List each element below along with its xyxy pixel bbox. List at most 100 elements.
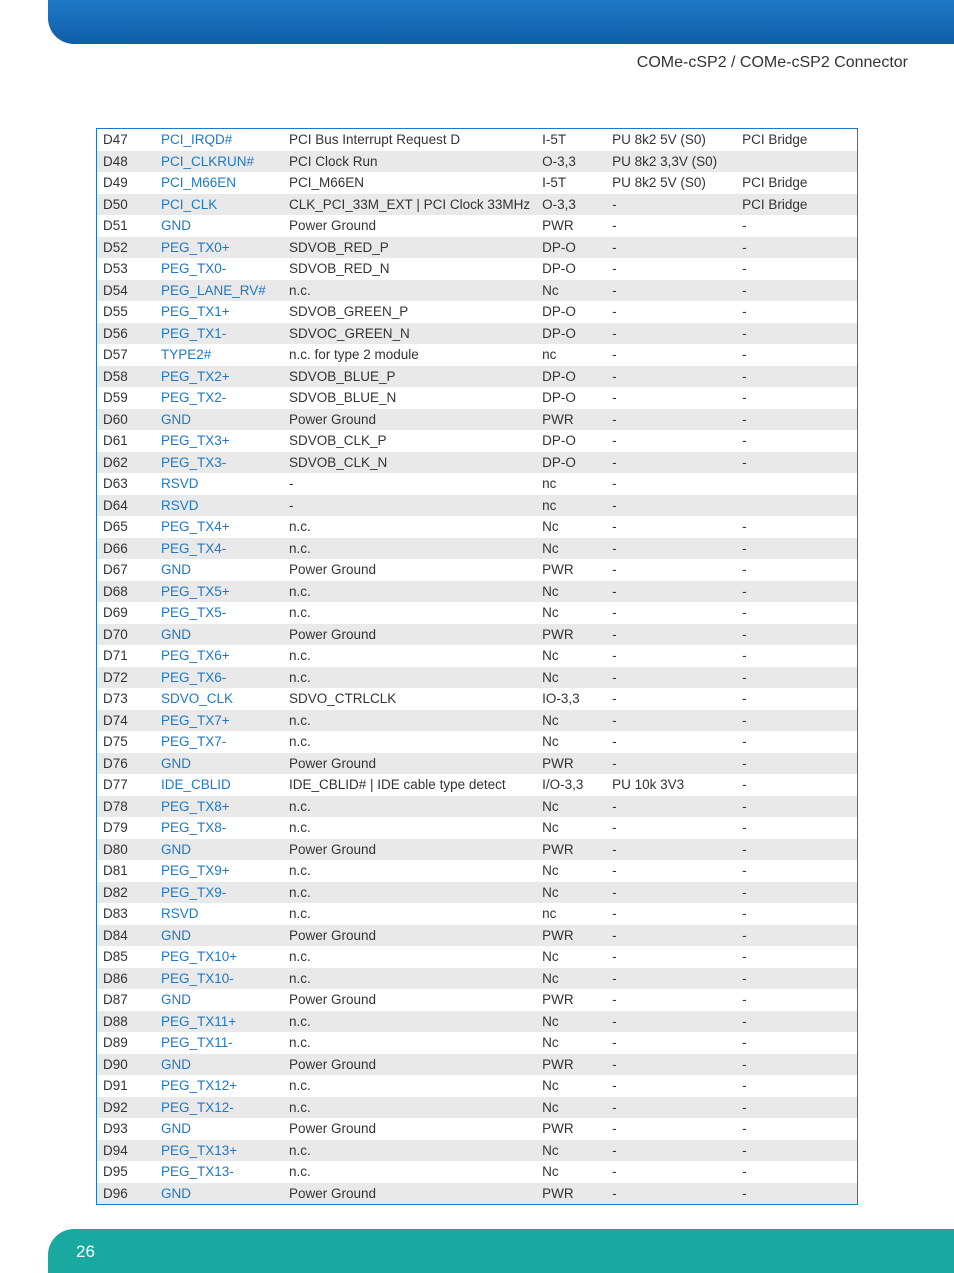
table-row: D74PEG_TX7+n.c.Nc-- bbox=[97, 710, 857, 732]
pin-id: D65 bbox=[97, 516, 155, 538]
type: Nc bbox=[536, 280, 606, 302]
description: IDE_CBLID# | IDE cable type detect bbox=[283, 774, 536, 796]
type: DP-O bbox=[536, 323, 606, 345]
table-row: D61PEG_TX3+SDVOB_CLK_PDP-O-- bbox=[97, 430, 857, 452]
termination: - bbox=[606, 602, 736, 624]
description: Power Ground bbox=[283, 215, 536, 237]
pin-id: D79 bbox=[97, 817, 155, 839]
termination: - bbox=[606, 968, 736, 990]
signal-name: GND bbox=[155, 624, 283, 646]
type: Nc bbox=[536, 817, 606, 839]
table-row: D59PEG_TX2-SDVOB_BLUE_NDP-O-- bbox=[97, 387, 857, 409]
source: - bbox=[736, 280, 857, 302]
table-row: D77IDE_CBLIDIDE_CBLID# | IDE cable type … bbox=[97, 774, 857, 796]
type: Nc bbox=[536, 645, 606, 667]
table-row: D55PEG_TX1+SDVOB_GREEN_PDP-O-- bbox=[97, 301, 857, 323]
signal-name: RSVD bbox=[155, 903, 283, 925]
type: I-5T bbox=[536, 129, 606, 151]
signal-name: GND bbox=[155, 925, 283, 947]
termination: - bbox=[606, 387, 736, 409]
signal-name: GND bbox=[155, 839, 283, 861]
description: Power Ground bbox=[283, 1054, 536, 1076]
pin-id: D61 bbox=[97, 430, 155, 452]
description: n.c. bbox=[283, 882, 536, 904]
source: - bbox=[736, 946, 857, 968]
termination: - bbox=[606, 366, 736, 388]
source: - bbox=[736, 1032, 857, 1054]
pin-id: D67 bbox=[97, 559, 155, 581]
source: - bbox=[736, 989, 857, 1011]
description: SDVOC_GREEN_N bbox=[283, 323, 536, 345]
description: Power Ground bbox=[283, 839, 536, 861]
signal-name: GND bbox=[155, 1054, 283, 1076]
signal-name: PEG_TX5- bbox=[155, 602, 283, 624]
source: - bbox=[736, 366, 857, 388]
table-row: D75PEG_TX7-n.c.Nc-- bbox=[97, 731, 857, 753]
description: Power Ground bbox=[283, 409, 536, 431]
source: - bbox=[736, 1054, 857, 1076]
signal-name: PCI_CLKRUN# bbox=[155, 151, 283, 173]
source: - bbox=[736, 559, 857, 581]
termination: - bbox=[606, 473, 736, 495]
description: n.c. bbox=[283, 1140, 536, 1162]
termination: - bbox=[606, 1161, 736, 1183]
type: Nc bbox=[536, 1075, 606, 1097]
type: Nc bbox=[536, 796, 606, 818]
table-row: D58PEG_TX2+SDVOB_BLUE_PDP-O-- bbox=[97, 366, 857, 388]
termination: - bbox=[606, 667, 736, 689]
table-row: D70GNDPower GroundPWR-- bbox=[97, 624, 857, 646]
table-row: D91PEG_TX12+n.c.Nc-- bbox=[97, 1075, 857, 1097]
source: PCI Bridge bbox=[736, 172, 857, 194]
table-row: D76GNDPower GroundPWR-- bbox=[97, 753, 857, 775]
pin-id: D53 bbox=[97, 258, 155, 280]
type: IO-3,3 bbox=[536, 688, 606, 710]
description: n.c. bbox=[283, 602, 536, 624]
pin-id: D52 bbox=[97, 237, 155, 259]
signal-name: SDVO_CLK bbox=[155, 688, 283, 710]
source: - bbox=[736, 301, 857, 323]
pin-id: D81 bbox=[97, 860, 155, 882]
table-row: D65PEG_TX4+n.c.Nc-- bbox=[97, 516, 857, 538]
type: PWR bbox=[536, 624, 606, 646]
signal-name: PEG_TX0+ bbox=[155, 237, 283, 259]
pin-id: D56 bbox=[97, 323, 155, 345]
pin-id: D72 bbox=[97, 667, 155, 689]
signal-name: PEG_LANE_RV# bbox=[155, 280, 283, 302]
description: n.c. bbox=[283, 817, 536, 839]
source: - bbox=[736, 602, 857, 624]
type: PWR bbox=[536, 1118, 606, 1140]
description: n.c. bbox=[283, 1032, 536, 1054]
signal-name: PEG_TX10+ bbox=[155, 946, 283, 968]
termination: - bbox=[606, 495, 736, 517]
table-row: D84GNDPower GroundPWR-- bbox=[97, 925, 857, 947]
table-row: D85PEG_TX10+n.c.Nc-- bbox=[97, 946, 857, 968]
termination: - bbox=[606, 925, 736, 947]
type: DP-O bbox=[536, 237, 606, 259]
signal-name: PEG_TX0- bbox=[155, 258, 283, 280]
description: n.c. bbox=[283, 1161, 536, 1183]
signal-name: PEG_TX2+ bbox=[155, 366, 283, 388]
pin-id: D55 bbox=[97, 301, 155, 323]
description: n.c. bbox=[283, 731, 536, 753]
type: O-3,3 bbox=[536, 194, 606, 216]
type: DP-O bbox=[536, 387, 606, 409]
type: Nc bbox=[536, 667, 606, 689]
source: - bbox=[736, 1140, 857, 1162]
termination: - bbox=[606, 946, 736, 968]
type: PWR bbox=[536, 839, 606, 861]
termination: - bbox=[606, 258, 736, 280]
source: - bbox=[736, 667, 857, 689]
source: - bbox=[736, 1097, 857, 1119]
description: n.c. bbox=[283, 903, 536, 925]
source: - bbox=[736, 774, 857, 796]
header-banner bbox=[48, 0, 954, 44]
type: Nc bbox=[536, 860, 606, 882]
description: n.c. bbox=[283, 968, 536, 990]
table-row: D53PEG_TX0-SDVOB_RED_NDP-O-- bbox=[97, 258, 857, 280]
termination: PU 10k 3V3 bbox=[606, 774, 736, 796]
source: - bbox=[736, 344, 857, 366]
signal-name: PEG_TX3- bbox=[155, 452, 283, 474]
description: n.c. bbox=[283, 946, 536, 968]
pin-id: D59 bbox=[97, 387, 155, 409]
pin-id: D90 bbox=[97, 1054, 155, 1076]
